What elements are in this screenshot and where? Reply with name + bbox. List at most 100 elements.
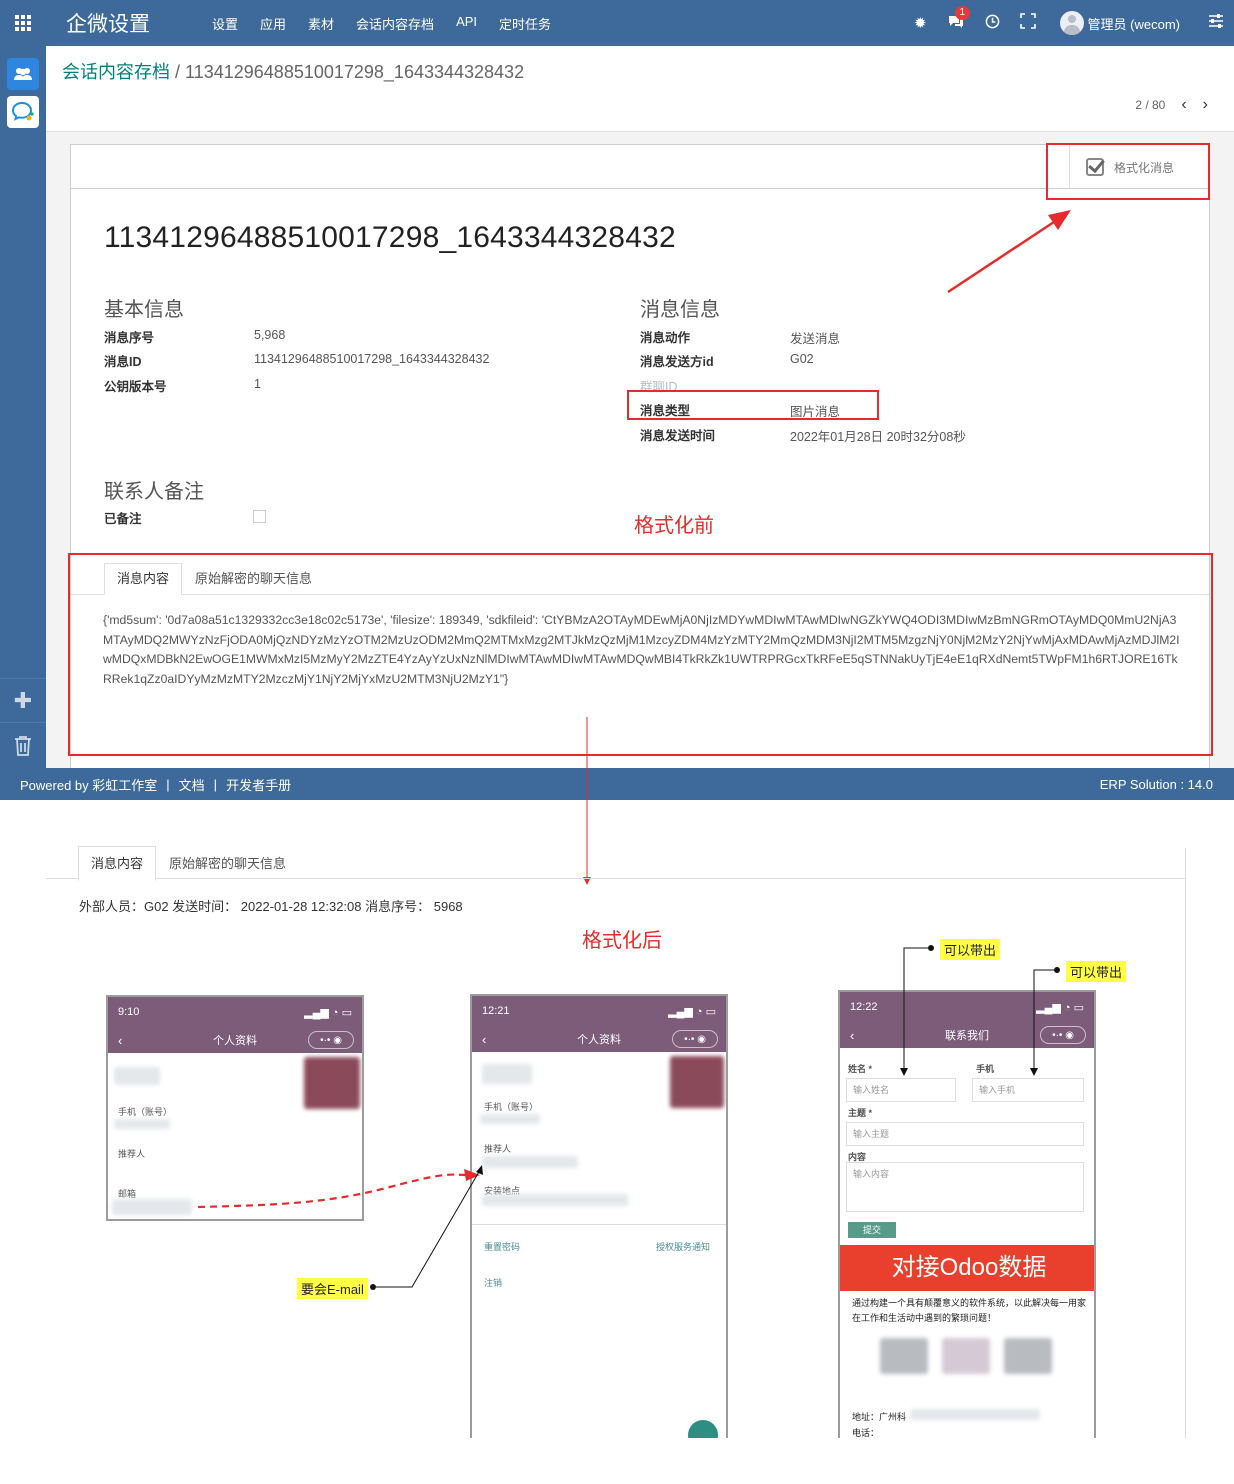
phone-title: 个人资料 [577,1034,621,1046]
pager-value[interactable]: 2 / 80 [1135,98,1165,112]
user-menu[interactable]: 管理员 (wecom) [1059,11,1180,35]
tab-raw-decrypted[interactable]: 原始解密的聊天信息 [156,846,299,881]
breadcrumb: 会话内容存档 / 11341296488510017298_1643344328… [62,58,524,84]
blurred-name [482,1064,532,1084]
annotation-box-msg-type [627,390,879,420]
banner-description: 通过构建一个具有颠覆意义的软件系统，以此解决每一用家在工作和生活动中遇到的繁琐问… [852,1298,1087,1323]
apps-menu-icon[interactable] [0,0,46,46]
annotation-dot [370,1284,376,1290]
main-menu: 设置 应用 素材 会话内容存档 API 定时任务 [212,14,573,33]
back-icon: ‹ [118,1032,123,1048]
phone-time: 12:22 [850,1001,878,1013]
blurred-referrer [482,1156,578,1168]
docs-link[interactable]: 文档 [179,775,205,794]
app-title: 企微设置 [66,13,150,36]
odoo-banner: 对接Odoo数据 [840,1245,1094,1291]
blurred-name [114,1067,160,1085]
footer: Powered by 彩虹工作室 | 文档 | 开发者手册 ERP Soluti… [0,768,1234,800]
activity-clock-icon[interactable] [985,14,1000,33]
pager-next-icon[interactable]: › [1203,96,1208,114]
tel-label: 电话： [852,1428,880,1438]
back-icon: ‹ [482,1031,487,1047]
trash-icon[interactable] [0,722,46,768]
blurred-address [910,1409,1040,1420]
annotation-tag-can-bring-out-2: 可以带出 [1066,961,1127,982]
basic-info-title: 基本信息 [104,299,184,321]
menu-item-settings[interactable]: 设置 [212,14,238,33]
version-text: ERP Solution : 14.0 [1099,776,1213,792]
tab-message-content[interactable]: 消息内容 [78,846,157,881]
lower-panel-edge [1185,848,1186,1438]
remarked-label: 已备注 [104,512,142,526]
footer-divider: | [213,776,218,792]
top-navbar: 企微设置 设置 应用 素材 会话内容存档 API 定时任务 ✹ 1 管理员 (w… [0,0,1234,46]
support-headset-icon [688,1420,718,1438]
phone-screenshot-profile-2: 12:21 ▂▄▆ ◔ ▭ ‹ 个人资料 •·• ◉ 手机（账号） 推荐人 安装地点 … [470,994,728,1438]
phone-divider [472,1224,726,1225]
pager-prev-icon[interactable]: ‹ [1181,96,1186,114]
annotation-dot [1054,967,1060,973]
annotation-down-arrow-icon [583,717,591,885]
content-textarea: 输入内容 [846,1162,1084,1212]
messages-icon[interactable]: 1 [947,5,971,33]
add-icon[interactable]: ✚ [0,678,46,722]
blurred-phone [480,1114,540,1124]
capsule-icon: •·• ◉ [1040,1026,1086,1044]
annotation-dot [928,945,934,951]
breadcrumb-parent-link[interactable]: 会话内容存档 [62,62,170,82]
signal-icon: ▂▄▆ ◔ ▭ [668,1005,716,1018]
menu-item-scheduled[interactable]: 定时任务 [499,14,551,33]
address-label: 地址：广州科 [852,1412,907,1422]
seq-label: 消息序号 [104,331,155,345]
pager: 2 / 80 ‹ › [1135,96,1208,114]
powered-by: Powered by 彩虹工作室 [20,777,158,793]
signal-icon: ▂▄▆ ◔ ▭ [1036,1001,1084,1014]
formatted-tabs: 消息内容 原始解密的聊天信息 [78,846,299,881]
menu-item-apps[interactable]: 应用 [260,14,286,33]
seq-value: 5,968 [254,328,286,342]
submit-button: 提交 [848,1222,896,1238]
user-name: 管理员 (wecom) [1087,16,1180,32]
phone-title: 联系我们 [945,1030,989,1042]
settings-sliders-icon[interactable] [1208,14,1224,32]
fullscreen-icon[interactable] [1019,13,1036,33]
annotation-tag-can-bring-out-1: 可以带出 [940,939,1001,960]
phone-label: 手机（账号） [118,1107,173,1117]
menu-item-api[interactable]: API [456,14,477,33]
sendtime-value: 2022年01月28日 20时32分08秒 [790,430,966,444]
capsule-icon: •·• ◉ [672,1030,718,1048]
remarked-checkbox[interactable] [253,510,266,523]
bug-icon[interactable]: ✹ [914,14,927,32]
action-value: 发送消息 [790,332,841,346]
annotation-dashed-arrow-icon [197,1169,480,1209]
phone-time: 12:21 [482,1005,510,1017]
blurred-avatar [304,1057,360,1109]
sender-label: 消息发送方id [640,355,714,369]
avatar [1059,11,1084,35]
name-input: 输入姓名 [846,1078,956,1102]
phone-label: 手机（账号） [484,1102,539,1112]
sidebar-contacts-icon[interactable] [7,58,39,90]
dev-manual-link[interactable]: 开发者手册 [226,775,291,794]
pubkey-label: 公钥版本号 [104,380,167,394]
mobile-input: 输入手机 [972,1078,1084,1102]
reset-password-link: 重置密码 [484,1242,521,1252]
form-statusbar: 格式化消息 [71,145,1209,189]
annotation-box-format-button [1046,143,1210,200]
annotation-after-label: 格式化后 [582,930,662,952]
record-title: 11341296488510017298_1643344328432 [104,221,676,254]
phone-screenshot-contact: 12:22 ▂▄▆ ◔ ▭ ‹ 联系我们 •·• ◉ 姓名 * 手机 输入姓名 输入手… [838,990,1096,1438]
referrer-label: 推荐人 [484,1144,512,1154]
referrer-label: 推荐人 [118,1149,146,1159]
signal-icon: ▂▄▆ ◔ ▭ [304,1006,352,1019]
menu-item-materials[interactable]: 素材 [308,14,334,33]
subject-label: 主题 * [848,1108,873,1118]
menu-item-archive[interactable]: 会话内容存档 [356,14,434,33]
left-sidebar: ✚ [0,46,46,768]
formatted-message-info: 外部人员：G02 发送时间： 2022-01-28 12:32:08 消息序号：… [79,899,463,914]
blurred-address [482,1194,628,1206]
footer-divider: | [166,776,170,792]
sidebar-chat-icon[interactable] [7,96,39,128]
subject-input: 输入主题 [846,1122,1084,1146]
msgid-label: 消息ID [104,355,142,369]
